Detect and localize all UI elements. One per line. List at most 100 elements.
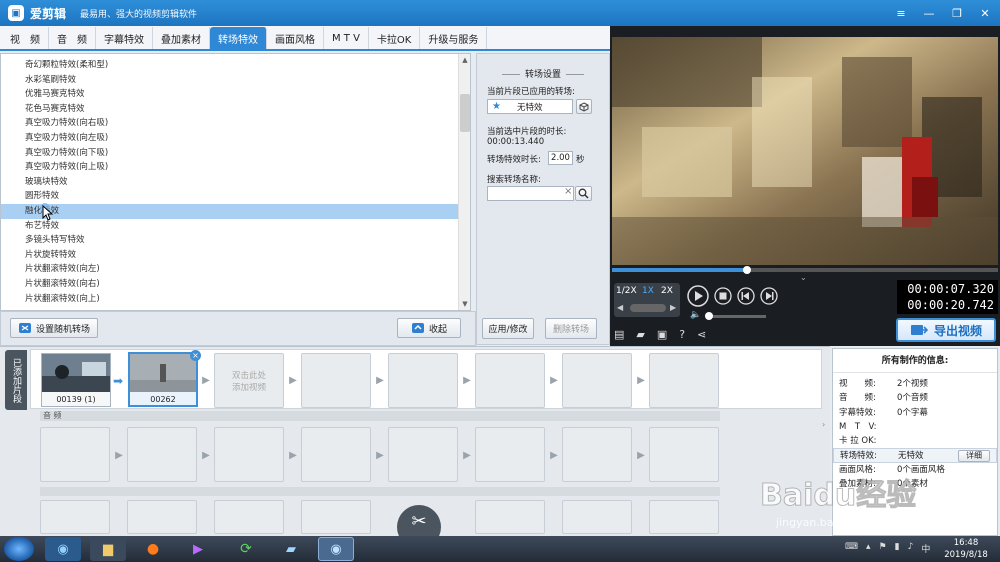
list-item[interactable]: 布艺特效 xyxy=(1,219,470,234)
list-item[interactable]: 多镜头特写特效 xyxy=(1,233,470,248)
file-explorer-icon[interactable]: ▆ xyxy=(90,537,126,561)
empty-slot[interactable] xyxy=(388,353,458,408)
keyboard-icon[interactable]: ⌨ xyxy=(845,542,858,555)
audio-slot[interactable] xyxy=(214,427,284,482)
aijianji-taskbar-icon[interactable]: ◉ xyxy=(318,537,354,561)
export-video-button[interactable]: 导出视频 xyxy=(896,318,996,342)
tab-style[interactable]: 画面风格 xyxy=(267,27,324,49)
video-clip-selected[interactable]: 00262 xyxy=(128,352,198,407)
notes-app-icon[interactable]: ▰ xyxy=(273,537,309,561)
list-item[interactable]: 真空吸力特效(向右吸) xyxy=(1,116,470,131)
volume-icon[interactable]: 🔈 xyxy=(690,310,701,320)
open-folder-icon[interactable]: ▰ xyxy=(636,328,644,341)
refresh-app-icon[interactable]: ⟳ xyxy=(228,537,264,561)
extra-slot[interactable] xyxy=(562,500,632,534)
expand-arrow-icon[interactable]: › xyxy=(822,420,825,429)
list-item[interactable]: 真空吸力特效(向左吸) xyxy=(1,131,470,146)
start-button[interactable] xyxy=(4,537,34,561)
close-button[interactable]: ✕ xyxy=(976,4,994,22)
list-item[interactable]: 真空吸力特效(向下吸) xyxy=(1,146,470,161)
clear-icon[interactable]: × xyxy=(564,186,572,197)
empty-slot[interactable] xyxy=(562,353,632,408)
firefox-icon[interactable]: ● xyxy=(135,537,171,561)
speed-2x-button[interactable]: 2X xyxy=(661,286,673,296)
volume-handle[interactable] xyxy=(705,312,713,320)
scroll-up-icon[interactable]: ▲ xyxy=(459,54,471,66)
video-app-icon[interactable]: ▶ xyxy=(180,537,216,561)
minimize-button[interactable]: — xyxy=(920,4,938,22)
chevron-down-icon[interactable]: ⌄ xyxy=(800,273,807,282)
extra-slot[interactable] xyxy=(649,500,719,534)
list-item[interactable]: 片状翻滚特效(向右) xyxy=(1,277,470,292)
ime-icon[interactable]: 中 xyxy=(921,542,930,555)
flag-icon[interactable]: ⚑ xyxy=(879,542,887,555)
tab-mtv[interactable]: M T V xyxy=(324,27,369,49)
list-item[interactable]: 奇幻颗粒特效(柔和型) xyxy=(1,58,470,73)
add-video-slot[interactable]: 双击此处 添加视频 xyxy=(214,353,284,408)
speed-slider[interactable] xyxy=(630,304,666,312)
apply-button[interactable]: 应用/修改 xyxy=(482,318,534,339)
tab-audio[interactable]: 音 频 xyxy=(49,27,96,49)
list-item[interactable]: 片状旋转特效 xyxy=(1,248,470,263)
audio-slot[interactable] xyxy=(562,427,632,482)
list-item[interactable]: 水彩笔刷特效 xyxy=(1,73,470,88)
tab-overlay[interactable]: 叠加素材 xyxy=(153,27,210,49)
network-icon[interactable]: ▮ xyxy=(895,542,900,555)
extra-slot[interactable] xyxy=(127,500,197,534)
tab-transition[interactable]: 转场特效 xyxy=(210,27,267,49)
speed-half-button[interactable]: 1/2X xyxy=(616,286,637,296)
playback-progress-track[interactable] xyxy=(612,268,998,272)
rewind-icon[interactable]: ◀ xyxy=(617,303,623,312)
save-icon[interactable]: ▣ xyxy=(657,328,667,341)
play-button[interactable] xyxy=(687,285,709,307)
collect-button[interactable]: 收起 xyxy=(397,318,461,338)
tab-karaoke[interactable]: 卡拉OK xyxy=(369,27,421,49)
delete-transition-button[interactable]: 删除转场 xyxy=(545,318,597,339)
speed-1x-button[interactable]: 1X xyxy=(642,286,654,296)
extra-slot[interactable] xyxy=(475,500,545,534)
new-project-icon[interactable]: ▤ xyxy=(614,328,624,341)
forward-icon[interactable]: ▶ xyxy=(670,303,676,312)
menu-icon[interactable]: ≡ xyxy=(892,4,910,22)
applied-transition-field[interactable]: ★ 无特效 xyxy=(487,99,573,114)
list-item[interactable]: 花色马赛克特效 xyxy=(1,102,470,117)
list-scrollbar[interactable]: ▲ ▼ xyxy=(458,54,470,310)
empty-slot[interactable] xyxy=(475,353,545,408)
audio-slot[interactable] xyxy=(649,427,719,482)
tab-video[interactable]: 视 频 xyxy=(2,27,49,49)
list-item[interactable]: 真空吸力特效(向上吸) xyxy=(1,160,470,175)
audio-slot[interactable] xyxy=(127,427,197,482)
list-item[interactable]: 优雅马赛克特效 xyxy=(1,87,470,102)
video-clip[interactable]: 00139 (1) xyxy=(41,353,111,407)
search-input[interactable] xyxy=(487,186,574,201)
list-item[interactable]: 片状翻滚特效(向上) xyxy=(1,292,470,307)
empty-slot[interactable] xyxy=(301,353,371,408)
audio-slot[interactable] xyxy=(40,427,110,482)
help-icon[interactable]: ? xyxy=(679,328,685,341)
scroll-thumb[interactable] xyxy=(460,94,470,132)
audio-slot[interactable] xyxy=(388,427,458,482)
audio-slot[interactable] xyxy=(475,427,545,482)
random-transition-button[interactable]: 设置随机转场 xyxy=(10,318,98,338)
media-player-icon[interactable]: ◉ xyxy=(45,537,81,561)
stop-button[interactable] xyxy=(714,287,732,305)
share-icon[interactable]: ⋖ xyxy=(697,328,706,341)
speaker-icon[interactable]: ♪ xyxy=(908,542,914,555)
empty-slot[interactable] xyxy=(649,353,719,408)
list-item-selected[interactable]: 融化特效 xyxy=(1,203,470,219)
remove-clip-icon[interactable]: × xyxy=(190,350,201,361)
clock[interactable]: 16:48 2019/8/18 xyxy=(938,537,994,561)
restore-button[interactable]: ❐ xyxy=(948,4,966,22)
extra-slot[interactable] xyxy=(40,500,110,534)
prev-frame-button[interactable] xyxy=(737,287,755,305)
audio-slot[interactable] xyxy=(301,427,371,482)
extra-slot[interactable] xyxy=(214,500,284,534)
volume-track[interactable] xyxy=(706,315,766,318)
tab-subtitle[interactable]: 字幕特效 xyxy=(96,27,153,49)
preview-transition-button[interactable] xyxy=(576,99,592,114)
next-frame-button[interactable] xyxy=(760,287,778,305)
search-button[interactable] xyxy=(575,186,592,201)
tab-upgrade[interactable]: 升级与服务 xyxy=(420,27,488,49)
extra-slot[interactable] xyxy=(301,500,371,534)
scroll-down-icon[interactable]: ▼ xyxy=(459,298,471,310)
